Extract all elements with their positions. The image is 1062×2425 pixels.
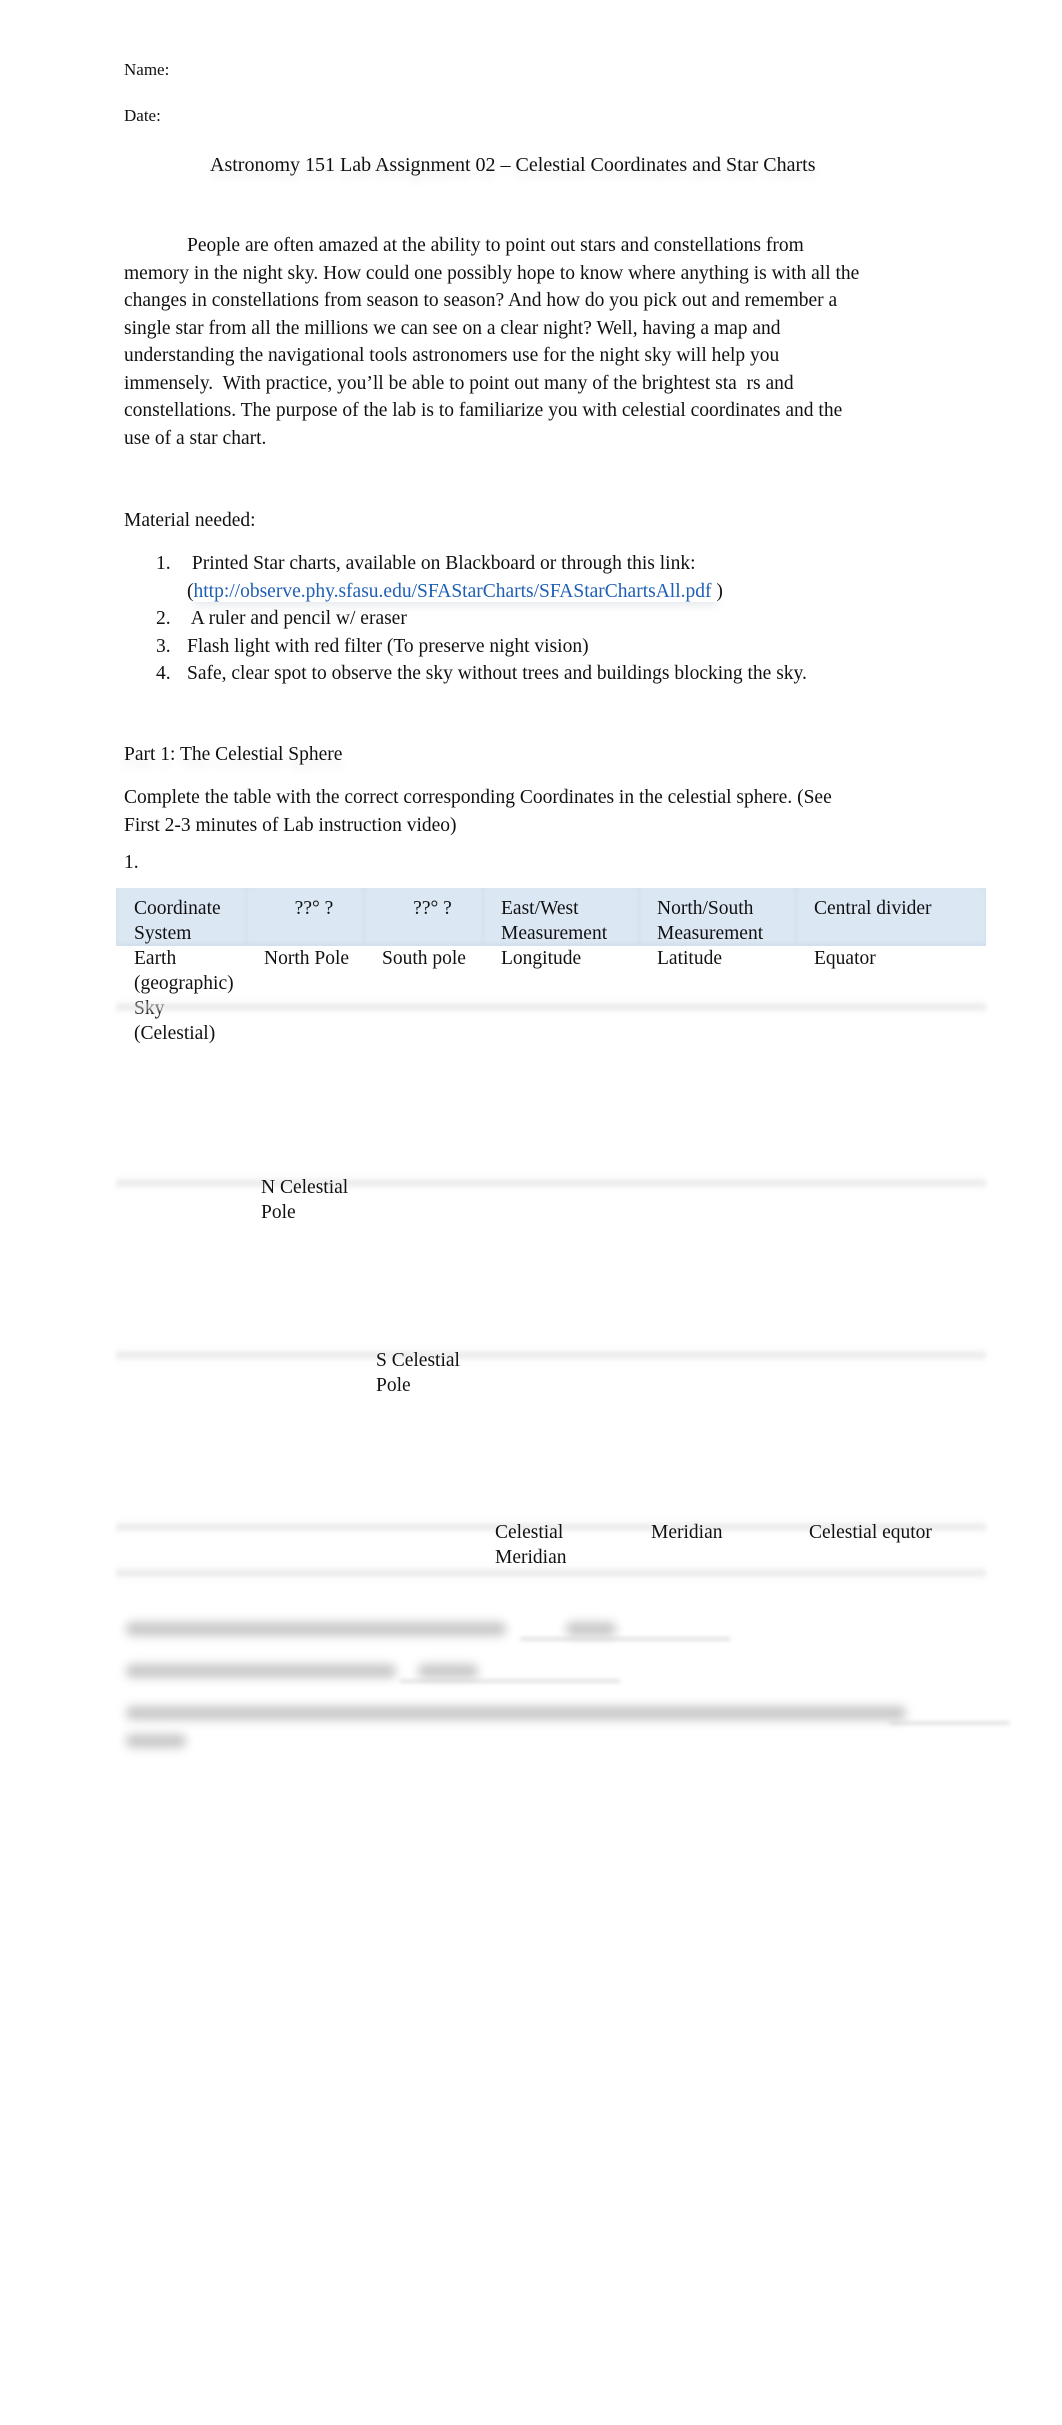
table-cell[interactable]: Latitude <box>639 946 796 996</box>
table-header-cell: North/South Measurement <box>639 888 796 946</box>
south-celestial-pole-answer: S Celestial Pole <box>376 1350 460 1396</box>
table-cell[interactable]: Earth (geographic) <box>116 946 246 996</box>
question-number: 1. <box>124 852 139 873</box>
date-label: Date: <box>124 106 161 125</box>
answer-blank-3 <box>400 1680 620 1682</box>
list-number: 1. <box>156 553 171 574</box>
intro-line: single star from all the millions we can… <box>124 317 781 339</box>
link-wrapper: (http://observe.phy.sfasu.edu/SFAStarCha… <box>187 580 723 602</box>
blurred-answer-2 <box>566 1622 616 1636</box>
table-row: Earth (geographic) North Pole South pole… <box>116 946 986 996</box>
list-number: 2. <box>156 608 171 629</box>
intro-line: changes in constellations from season to… <box>124 290 838 311</box>
meridian-answer: Meridian <box>651 1522 723 1543</box>
intro-line: understanding the navigational tools ast… <box>124 345 780 366</box>
answer-blank-2 <box>520 1638 730 1640</box>
table-divider <box>116 1000 986 1014</box>
coordinates-table: Coordinate System ??° ? ??° ? East/West … <box>116 888 986 1046</box>
table-header-cell: Coordinate System <box>116 888 246 946</box>
list-number: 3. <box>156 635 171 657</box>
intro-line: People are often amazed at the ability t… <box>187 235 804 256</box>
celestial-equator-answer: Celestial equtor <box>809 1522 932 1543</box>
table-cell[interactable]: Longitude <box>483 946 639 996</box>
intro-line: constellations. The purpose of the lab i… <box>124 400 843 421</box>
table-cell[interactable]: Equator <box>796 946 986 996</box>
blurred-question-4 <box>126 1706 906 1720</box>
table-header-row: Coordinate System ??° ? ??° ? East/West … <box>116 888 986 946</box>
table-divider <box>116 1176 986 1190</box>
materials-item: 3. Flash light with red filter (To prese… <box>124 633 944 661</box>
intro-line: immensely. With practice, you’ll be able… <box>124 372 794 394</box>
intro-line: memory in the night sky. How could one p… <box>124 262 860 284</box>
blurred-question-2 <box>126 1622 506 1636</box>
document-title: Astronomy 151 Lab Assignment 02 – Celest… <box>210 154 816 176</box>
materials-item: 1. Printed Star charts, available on Bla… <box>124 550 944 605</box>
intro-line: use of a star chart. <box>124 427 267 449</box>
answer-blank-4 <box>890 1722 1010 1724</box>
part1-heading: Part 1: The Celestial Sphere <box>124 744 343 765</box>
document-page: Name: Date: Astronomy 151 Lab Assignment… <box>0 0 1062 2425</box>
table-header-cell: Central divider <box>796 888 986 946</box>
materials-heading: Material needed: <box>124 510 256 531</box>
blurred-question-3 <box>126 1664 396 1678</box>
materials-list: 1. Printed Star charts, available on Bla… <box>124 550 944 688</box>
list-number: 4. <box>156 663 171 684</box>
table-cell[interactable]: North Pole <box>246 946 364 996</box>
intro-paragraph: People are often amazed at the ability t… <box>124 232 924 452</box>
table-header-cell: ??° ? <box>364 888 483 946</box>
table-header-cell: East/West Measurement <box>483 888 639 946</box>
star-charts-link[interactable]: http://observe.phy.sfasu.edu/SFAStarChar… <box>194 581 712 602</box>
table-header-cell: ??° ? <box>246 888 364 946</box>
celestial-meridian-answer: Celestial Meridian <box>495 1522 567 1568</box>
table-divider <box>116 1348 986 1362</box>
table-cell[interactable]: South pole <box>364 946 483 996</box>
name-label: Name: <box>124 60 170 79</box>
table-instructions: Complete the table with the correct corr… <box>124 787 832 836</box>
blurred-question-4-cont <box>126 1734 186 1748</box>
blurred-answer-3 <box>418 1664 478 1678</box>
materials-item: 2. A ruler and pencil w/ eraser <box>124 605 944 633</box>
north-celestial-pole-answer: N Celestial Pole <box>261 1177 349 1223</box>
materials-item: 4. Safe, clear spot to observe the sky w… <box>124 660 944 688</box>
